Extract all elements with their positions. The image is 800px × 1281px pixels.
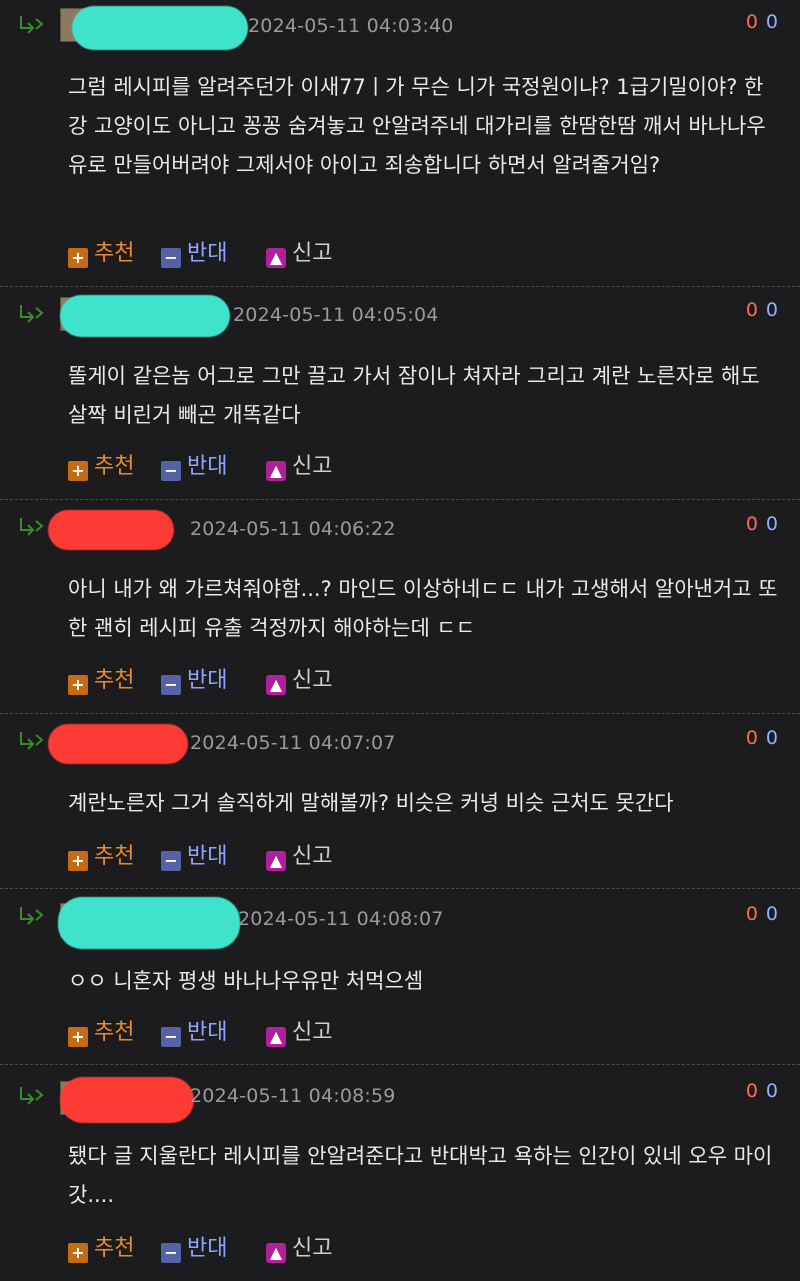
oppose-button[interactable]: − 반대 (161, 1020, 227, 1047)
oppose-button[interactable]: − 반대 (161, 241, 227, 268)
comment-item: 2024-05-11 04:07:07 00 계란노른자 그거 솔직하게 말해볼… (0, 714, 800, 889)
report-button[interactable]: ▲ 신고 (266, 844, 332, 871)
redacted-username (48, 510, 174, 550)
report-button[interactable]: ▲ 신고 (266, 668, 332, 695)
report-button[interactable]: ▲ 신고 (266, 1020, 332, 1047)
downvote-count: 0 (765, 299, 778, 321)
reply-arrow-icon (20, 732, 44, 750)
comment-body: 계란노른자 그거 솔직하게 말해볼까? 비슷은 커녕 비슷 근처도 못간다 (68, 791, 674, 815)
recommend-button[interactable]: + 추천 (68, 241, 134, 268)
plus-icon: + (68, 675, 88, 695)
siren-icon: ▲ (266, 851, 286, 871)
plus-icon: + (68, 851, 88, 871)
upvote-count: 0 (745, 513, 758, 535)
siren-icon: ▲ (266, 675, 286, 695)
reply-arrow-icon (20, 16, 44, 34)
minus-icon: − (161, 1243, 181, 1263)
downvote-count: 0 (765, 903, 778, 925)
recommend-button[interactable]: + 추천 (68, 1236, 134, 1263)
minus-icon: − (161, 675, 181, 695)
siren-icon: ▲ (266, 1243, 286, 1263)
vote-counts: 00 (746, 903, 778, 925)
redacted-username (48, 724, 188, 764)
minus-icon: − (161, 1027, 181, 1047)
upvote-count: 0 (745, 727, 758, 749)
redacted-username (60, 1077, 194, 1123)
redacted-username (72, 6, 248, 50)
downvote-count: 0 (765, 727, 778, 749)
comment-item: 2024-05-11 04:03:40 00 그럼 레시피를 알려주던가 이새7… (0, 0, 800, 287)
downvote-count: 0 (765, 513, 778, 535)
oppose-button[interactable]: − 반대 (161, 668, 227, 695)
minus-icon: − (161, 461, 181, 481)
plus-icon: + (68, 1027, 88, 1047)
reply-arrow-icon (20, 518, 44, 536)
oppose-button[interactable]: − 반대 (161, 1236, 227, 1263)
comment-item: 2024-05-11 04:06:22 00 아니 내가 왜 가르쳐줘야함...… (0, 500, 800, 714)
siren-icon: ▲ (266, 1027, 286, 1047)
comment-timestamp: 2024-05-11 04:06:22 (190, 518, 396, 540)
reply-arrow-icon (20, 305, 44, 323)
comment-body: 아니 내가 왜 가르쳐줘야함...? 마인드 이상하네ㄷㄷ 내가 고생해서 알아… (68, 577, 778, 640)
plus-icon: + (68, 461, 88, 481)
recommend-button[interactable]: + 추천 (68, 454, 134, 481)
upvote-count: 0 (745, 299, 758, 321)
redacted-username (58, 897, 240, 949)
vote-counts: 00 (746, 727, 778, 749)
comment-item: 2024-05-11 04:08:59 00 됐다 글 지울란다 레시피를 안알… (0, 1065, 800, 1281)
report-button[interactable]: ▲ 신고 (266, 241, 332, 268)
vote-counts: 00 (746, 299, 778, 321)
recommend-button[interactable]: + 추천 (68, 668, 134, 695)
upvote-count: 0 (745, 1080, 758, 1102)
comment-timestamp: 2024-05-11 04:05:04 (233, 304, 439, 326)
oppose-button[interactable]: − 반대 (161, 454, 227, 481)
comment-body: 똘게이 같은놈 어그로 그만 끌고 가서 잠이나 쳐자라 그리고 계란 노른자로… (68, 364, 767, 427)
comment-body: 그럼 레시피를 알려주던가 이새77ㅣ가 무슨 니가 국정원이냐? 1급기밀이야… (68, 75, 766, 177)
comment-body: ㅇㅇ 니혼자 평생 바나나우유만 처먹으셈 (68, 969, 424, 993)
oppose-button[interactable]: − 반대 (161, 844, 227, 871)
reply-arrow-icon (20, 907, 44, 925)
comment-item: 2024-05-11 04:08:07 00 ㅇㅇ 니혼자 평생 바나나우유만 … (0, 889, 800, 1065)
downvote-count: 0 (765, 11, 778, 33)
vote-counts: 00 (746, 513, 778, 535)
plus-icon: + (68, 248, 88, 268)
vote-counts: 00 (746, 11, 778, 33)
recommend-button[interactable]: + 추천 (68, 1020, 134, 1047)
siren-icon: ▲ (266, 461, 286, 481)
comment-timestamp: 2024-05-11 04:08:59 (190, 1085, 396, 1107)
comment-timestamp: 2024-05-11 04:03:40 (248, 15, 454, 37)
comment-timestamp: 2024-05-11 04:08:07 (238, 908, 444, 930)
plus-icon: + (68, 1243, 88, 1263)
downvote-count: 0 (765, 1080, 778, 1102)
comment-body: 됐다 글 지울란다 레시피를 안알려준다고 반대박고 욕하는 인간이 있네 오우… (68, 1144, 773, 1207)
redacted-username (60, 295, 230, 337)
recommend-button[interactable]: + 추천 (68, 844, 134, 871)
report-button[interactable]: ▲ 신고 (266, 1236, 332, 1263)
minus-icon: − (161, 248, 181, 268)
comment-timestamp: 2024-05-11 04:07:07 (190, 732, 396, 754)
comment-item: 2024-05-11 04:05:04 00 똘게이 같은놈 어그로 그만 끌고… (0, 287, 800, 500)
upvote-count: 0 (745, 11, 758, 33)
report-button[interactable]: ▲ 신고 (266, 454, 332, 481)
siren-icon: ▲ (266, 248, 286, 268)
reply-arrow-icon (20, 1087, 44, 1105)
vote-counts: 00 (746, 1080, 778, 1102)
minus-icon: − (161, 851, 181, 871)
upvote-count: 0 (745, 903, 758, 925)
